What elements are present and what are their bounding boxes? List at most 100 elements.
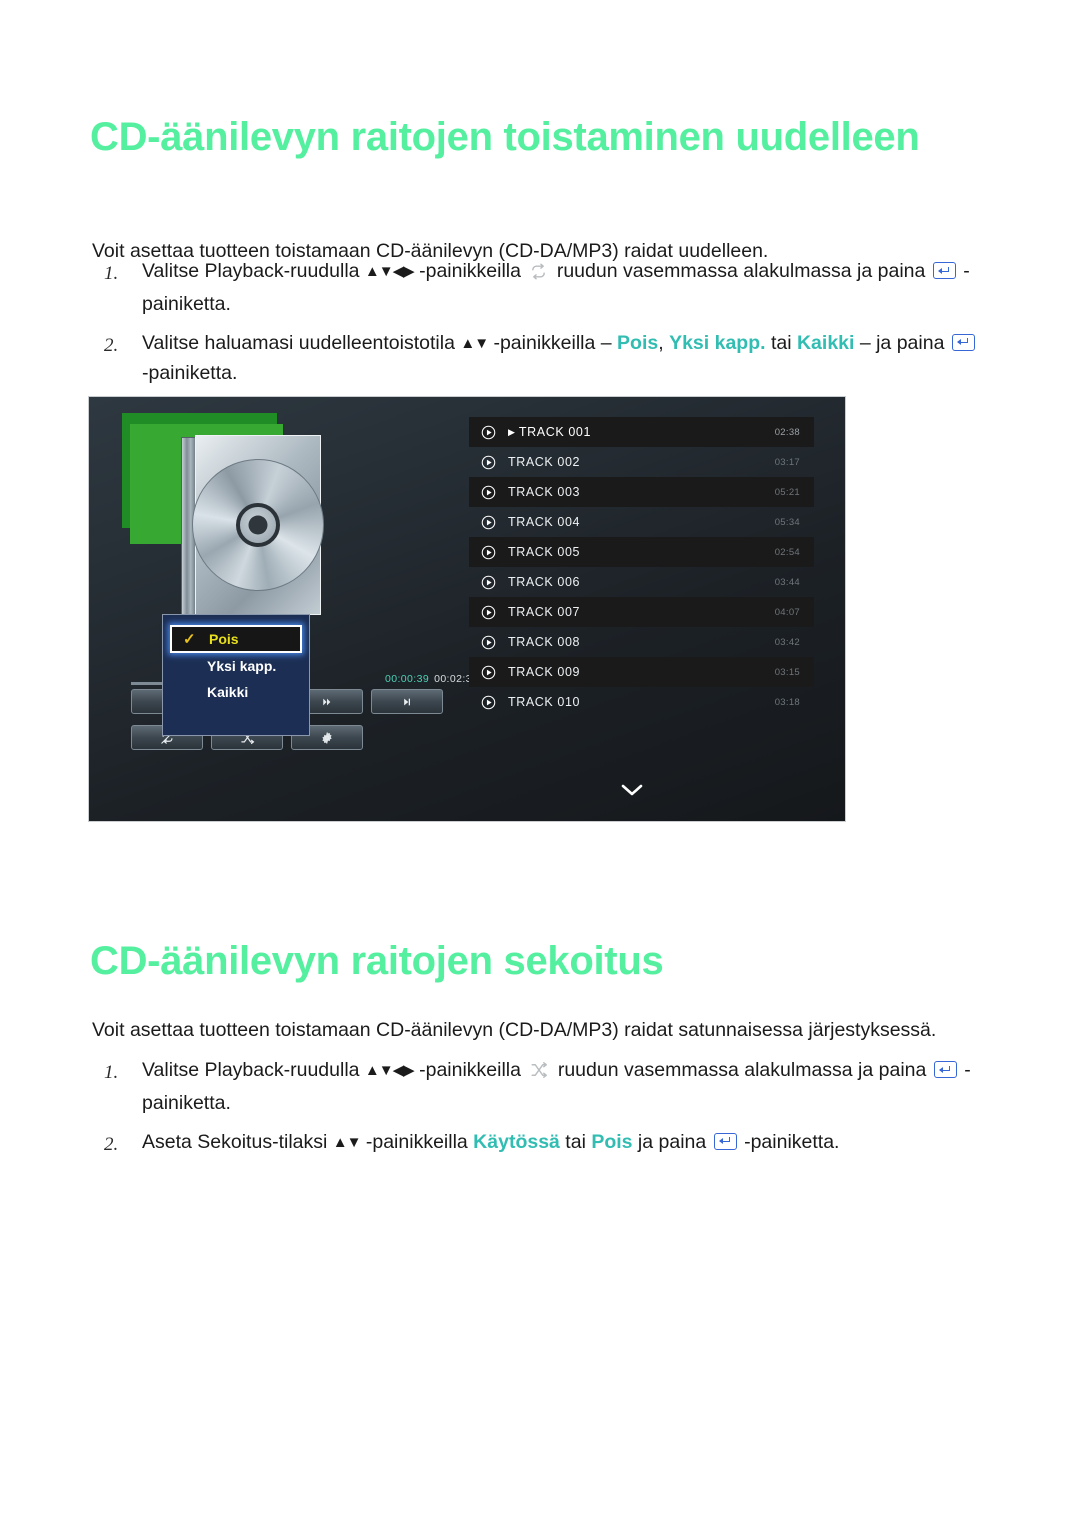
option-yksi-kapp: Yksi kapp.	[669, 331, 766, 354]
play-icon	[481, 605, 496, 620]
intro-paragraph-shuffle: Voit asettaa tuotteen toistamaan CD-ääni…	[92, 1018, 937, 1041]
steps-list-repeat: 1. Valitse Playback-ruudulla ▲▼◀▶ -paini…	[92, 256, 982, 397]
step-sep-2: tai	[765, 331, 797, 354]
option-pois: Pois	[617, 331, 659, 354]
track-row[interactable]: TRACK 008 03:42	[469, 627, 814, 657]
player-screenshot: 00:00:39 00:02:38 ▶ TRACK 001 02:38 TRACK…	[88, 396, 846, 822]
track-name: TRACK 007	[508, 605, 581, 619]
time-display: 00:00:39 00:02:38	[385, 673, 478, 685]
step-item: 1. Valitse Playback-ruudulla ▲▼◀▶ -paini…	[92, 1055, 982, 1119]
track-duration: 03:44	[774, 576, 800, 588]
cd-disc-icon	[192, 459, 324, 591]
play-icon	[481, 485, 496, 500]
track-name: TRACK 004	[508, 515, 581, 529]
track-duration: 04:07	[774, 606, 800, 618]
next-track-button[interactable]	[371, 689, 443, 714]
track-duration: 02:38	[774, 426, 800, 438]
steps-list-shuffle: 1. Valitse Playback-ruudulla ▲▼◀▶ -paini…	[92, 1055, 982, 1165]
step-item: 1. Valitse Playback-ruudulla ▲▼◀▶ -paini…	[92, 256, 982, 320]
check-icon: ✓	[183, 631, 196, 648]
page-title-repeat: CD-äänilevyn raitojen toistaminen uudell…	[90, 114, 920, 159]
option-kaytossa: Käytössä	[473, 1130, 560, 1153]
track-duration: 03:42	[774, 636, 800, 648]
enter-key-icon	[932, 262, 956, 279]
track-duration: 03:17	[774, 456, 800, 468]
track-duration: 02:54	[774, 546, 800, 558]
popup-item-kaikki[interactable]: Kaikki	[163, 679, 309, 705]
play-icon	[481, 455, 496, 470]
chevron-down-icon[interactable]	[619, 782, 645, 798]
track-duration: 05:21	[774, 486, 800, 498]
track-name: TRACK 001	[518, 425, 592, 439]
track-row[interactable]: TRACK 003 05:21	[469, 477, 814, 507]
step-text-c: ja paina	[632, 1130, 712, 1153]
cd-jewel-case	[181, 435, 324, 615]
track-duration: 03:18	[774, 696, 800, 708]
shuffle-icon	[529, 1058, 549, 1088]
step-text-d: -painiketta.	[142, 362, 238, 385]
dpad-arrows-icon: ▲▼◀▶	[364, 263, 415, 280]
step-text-b: -painikkeilla	[360, 1130, 474, 1153]
step-number: 1.	[104, 1062, 119, 1083]
step-sep-1: tai	[559, 1130, 592, 1153]
page-title-shuffle: CD-äänilevyn raitojen sekoitus	[90, 938, 664, 983]
manual-page: CD-äänilevyn raitojen toistaminen uudell…	[0, 0, 1080, 1534]
track-row[interactable]: TRACK 004 05:34	[469, 507, 814, 537]
play-icon	[481, 425, 496, 440]
enter-key-icon	[933, 1061, 957, 1078]
play-icon	[481, 515, 496, 530]
track-name: TRACK 008	[508, 635, 581, 649]
track-row[interactable]: TRACK 002 03:17	[469, 447, 814, 477]
step-text-a: Aseta Sekoitus-tilaksi	[142, 1130, 333, 1153]
play-icon	[481, 545, 496, 560]
track-row[interactable]: ▶ TRACK 001 02:38	[469, 417, 814, 447]
track-row[interactable]: TRACK 007 04:07	[469, 597, 814, 627]
track-row[interactable]: TRACK 005 02:54	[469, 537, 814, 567]
step-text-a: Valitse haluamasi uudelleentoistotila	[142, 331, 461, 354]
step-number: 2.	[104, 1133, 119, 1155]
track-row[interactable]: TRACK 009 03:15	[469, 657, 814, 687]
step-text-c: ruudun vasemmassa alakulmassa ja paina	[552, 1059, 932, 1081]
track-duration: 03:15	[774, 666, 800, 678]
track-name: TRACK 010	[508, 695, 581, 709]
popup-item-label: Yksi kapp.	[207, 658, 277, 674]
step-number: 2.	[104, 334, 119, 356]
track-row[interactable]: TRACK 010 03:18	[469, 687, 814, 717]
dpad-arrows-icon: ▲▼◀▶	[364, 1062, 415, 1079]
step-text-b: -painikkeilla –	[488, 331, 618, 354]
dpad-arrows-icon: ▲▼	[332, 1133, 362, 1151]
track-row[interactable]: TRACK 006 03:44	[469, 567, 814, 597]
popup-item-pois[interactable]: ✓ Pois	[170, 625, 302, 653]
track-name: TRACK 003	[508, 485, 581, 499]
option-pois: Pois	[591, 1130, 633, 1153]
step-text-a: Valitse Playback-ruudulla	[142, 260, 365, 282]
step-sep-1: ,	[658, 331, 670, 354]
play-icon	[481, 635, 496, 650]
enter-key-icon	[713, 1132, 737, 1150]
repeat-icon	[529, 259, 548, 289]
enter-key-icon	[951, 333, 975, 351]
track-list[interactable]: ▶ TRACK 001 02:38 TRACK 002 03:17 TRACK …	[469, 417, 814, 717]
play-icon	[481, 575, 496, 590]
play-icon	[481, 665, 496, 680]
now-playing-caret-icon: ▶	[508, 426, 515, 437]
step-text-b: -painikkeilla	[413, 260, 527, 282]
step-text-c: – ja paina	[854, 331, 950, 354]
popup-item-label: Kaikki	[207, 684, 249, 700]
step-text-b: -painikkeilla	[413, 1059, 527, 1081]
jewel-case-body	[192, 435, 324, 615]
step-item: 2. Aseta Sekoitus-tilaksi ▲▼ -painikkeil…	[92, 1127, 982, 1157]
step-text-a: Valitse Playback-ruudulla	[142, 1059, 365, 1081]
dpad-arrows-icon: ▲▼	[460, 334, 489, 352]
popup-item-yksi-kapp[interactable]: Yksi kapp.	[163, 653, 309, 679]
step-text-d: -painiketta.	[738, 1130, 840, 1153]
play-icon	[481, 695, 496, 710]
track-name: TRACK 009	[508, 665, 581, 679]
step-number: 1.	[104, 263, 119, 284]
popup-item-label: Pois	[209, 631, 239, 647]
option-kaikki: Kaikki	[796, 331, 855, 354]
repeat-mode-popup[interactable]: ✓ Pois Yksi kapp. Kaikki	[162, 614, 310, 736]
step-text-c: ruudun vasemmassa alakulmassa ja paina	[551, 260, 931, 282]
elapsed-time: 00:00:39	[385, 673, 430, 685]
track-name: TRACK 002	[508, 455, 581, 469]
